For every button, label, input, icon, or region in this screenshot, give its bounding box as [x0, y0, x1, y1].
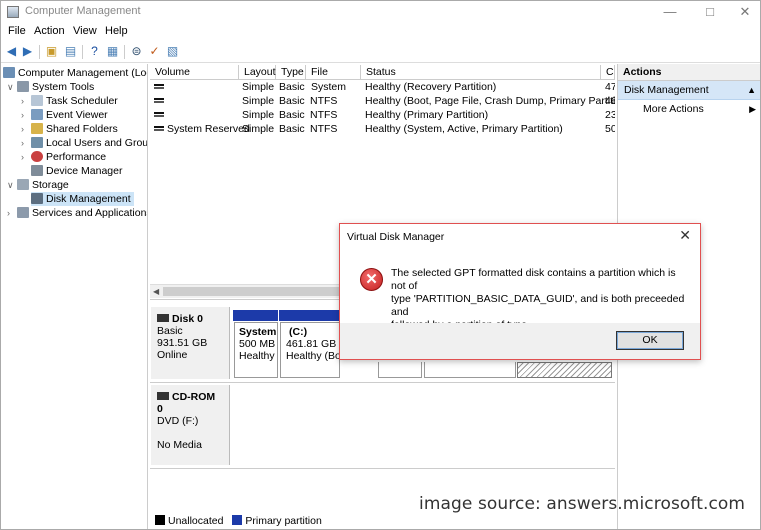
table-row[interactable]: Simple Basic Healthy (Recovery Partition…	[150, 80, 615, 94]
properties-icon[interactable]: ▦	[105, 44, 120, 59]
chevron-right-icon[interactable]: ›	[21, 122, 31, 136]
event-viewer-icon	[31, 109, 43, 120]
volume-icon	[154, 98, 164, 103]
error-dialog: Virtual Disk Manager ✕ ✕ The selected GP…	[339, 223, 701, 360]
table-row[interactable]: System Reserved Simple Basic NTFS Health…	[150, 122, 615, 136]
actions-header: Actions	[618, 64, 760, 81]
table-row[interactable]: Simple Basic NTFS Healthy (Primary Parti…	[150, 108, 615, 122]
tree-item-event-viewer[interactable]: › Event Viewer	[21, 108, 108, 122]
maximize-button[interactable]: □	[695, 1, 725, 23]
disk-legend: Unallocated Primary partition	[150, 513, 615, 529]
chevron-down-icon[interactable]: ∨	[7, 80, 17, 94]
show-hide-tree-icon[interactable]: ▤	[63, 44, 78, 59]
table-row[interactable]: Simple Basic NTFS Healthy (Boot, Page Fi…	[150, 94, 615, 108]
users-icon	[31, 137, 43, 148]
back-arrow-icon[interactable]: ◀	[4, 44, 19, 59]
column-header-status[interactable]: Status	[361, 65, 601, 80]
menu-help[interactable]: Help	[105, 25, 128, 37]
close-button[interactable]: ✕	[730, 1, 760, 23]
disk-0-label[interactable]: Disk 0 Basic 931.51 GB Online	[151, 307, 230, 379]
disk-icon	[31, 193, 43, 204]
column-header-volume[interactable]: Volume	[150, 65, 239, 80]
dialog-close-icon[interactable]: ✕	[679, 227, 691, 244]
column-header-file-system[interactable]: File System	[306, 65, 361, 93]
chevron-right-icon[interactable]: ›	[21, 136, 31, 150]
window-title: Computer Management	[25, 5, 141, 17]
ok-button[interactable]: OK	[616, 331, 684, 350]
volume-icon	[154, 112, 164, 117]
partition-system[interactable]: System 500 MB I Healthy	[234, 322, 278, 378]
chevron-right-icon[interactable]: ›	[21, 150, 31, 164]
chevron-right-icon: ▶	[749, 104, 756, 114]
help-icon[interactable]: ?	[87, 44, 102, 59]
checklist-icon[interactable]: ✓	[147, 44, 162, 59]
performance-icon	[31, 151, 43, 162]
tree-item-local-users[interactable]: › Local Users and Groups	[21, 136, 147, 150]
menu-action[interactable]: Action	[34, 25, 65, 37]
column-header-layout[interactable]: Layout	[239, 65, 276, 80]
volume-icon	[154, 126, 164, 131]
chevron-down-icon[interactable]: ∨	[7, 178, 17, 192]
chevron-right-icon[interactable]: ›	[21, 108, 31, 122]
toolbar: ◀ ▶ ▣ ▤ ? ▦ ⊜ ✓ ▧	[1, 41, 760, 63]
computer-icon	[3, 67, 15, 78]
partition-unallocated[interactable]	[517, 362, 612, 378]
tree-root[interactable]: Computer Management (Local	[3, 66, 147, 80]
tree-item-disk-management[interactable]: Disk Management	[31, 192, 134, 206]
unallocated-swatch	[155, 515, 165, 525]
dialog-title: Virtual Disk Manager	[347, 231, 445, 243]
folder-up-icon[interactable]: ▣	[44, 44, 59, 59]
chevron-right-icon[interactable]: ›	[21, 94, 31, 108]
tree-item-device-manager[interactable]: Device Manager	[31, 164, 122, 178]
tree-item-task-scheduler[interactable]: › Task Scheduler	[21, 94, 118, 108]
actions-disk-management[interactable]: Disk Management ▲	[618, 81, 760, 100]
partition-hidden-2[interactable]	[424, 362, 516, 378]
primary-swatch	[232, 515, 243, 525]
forward-arrow-icon[interactable]: ▶	[20, 44, 35, 59]
title-bar: Computer Management — □ ✕	[1, 1, 760, 23]
computer-management-icon	[7, 6, 19, 18]
error-icon: ✕	[360, 268, 383, 291]
tree-item-services[interactable]: › Services and Applications	[7, 206, 147, 220]
cdrom-icon	[157, 392, 169, 400]
storage-icon	[17, 179, 29, 190]
partition-hidden-1[interactable]	[378, 362, 422, 378]
more-actions[interactable]: More Actions ▶	[618, 100, 760, 119]
tree-item-performance[interactable]: › Performance	[21, 150, 106, 164]
shared-folder-icon	[31, 123, 43, 134]
partition-bar-system	[233, 310, 278, 321]
partition-bar-c	[279, 310, 340, 321]
partition-c[interactable]: (C:) 461.81 GB NT Healthy (Boot	[280, 322, 340, 378]
disk-icon	[157, 314, 169, 322]
tree-item-system-tools[interactable]: ∨ System Tools	[7, 80, 94, 94]
menu-file[interactable]: File	[8, 25, 26, 37]
collapse-up-icon[interactable]: ▲	[747, 81, 756, 100]
column-header-type[interactable]: Type	[276, 65, 306, 80]
dialog-footer: OK	[340, 323, 700, 359]
tree-item-storage[interactable]: ∨ Storage	[7, 178, 69, 192]
column-header-capacity[interactable]: C	[601, 65, 615, 80]
chevron-right-icon[interactable]: ›	[7, 206, 17, 220]
view-list-icon[interactable]: ▧	[165, 44, 180, 59]
volume-icon	[154, 84, 164, 89]
clock-icon	[31, 95, 43, 106]
menu-view[interactable]: View	[73, 25, 97, 37]
tree-item-shared-folders[interactable]: › Shared Folders	[21, 122, 118, 136]
navigation-tree: Computer Management (Local ∨ System Tools…	[1, 64, 148, 529]
menu-bar: File Action View Help	[1, 23, 760, 40]
image-source-watermark: image source: answers.microsoft.com	[419, 494, 746, 514]
minimize-button[interactable]: —	[655, 1, 685, 23]
cdrom-0-label[interactable]: CD-ROM 0 DVD (F:) No Media	[151, 385, 230, 465]
device-manager-icon	[31, 165, 43, 176]
tools-icon	[17, 81, 29, 92]
scroll-left-icon[interactable]: ◀	[153, 285, 159, 299]
services-icon	[17, 207, 29, 218]
connect-icon[interactable]: ⊜	[129, 44, 144, 59]
